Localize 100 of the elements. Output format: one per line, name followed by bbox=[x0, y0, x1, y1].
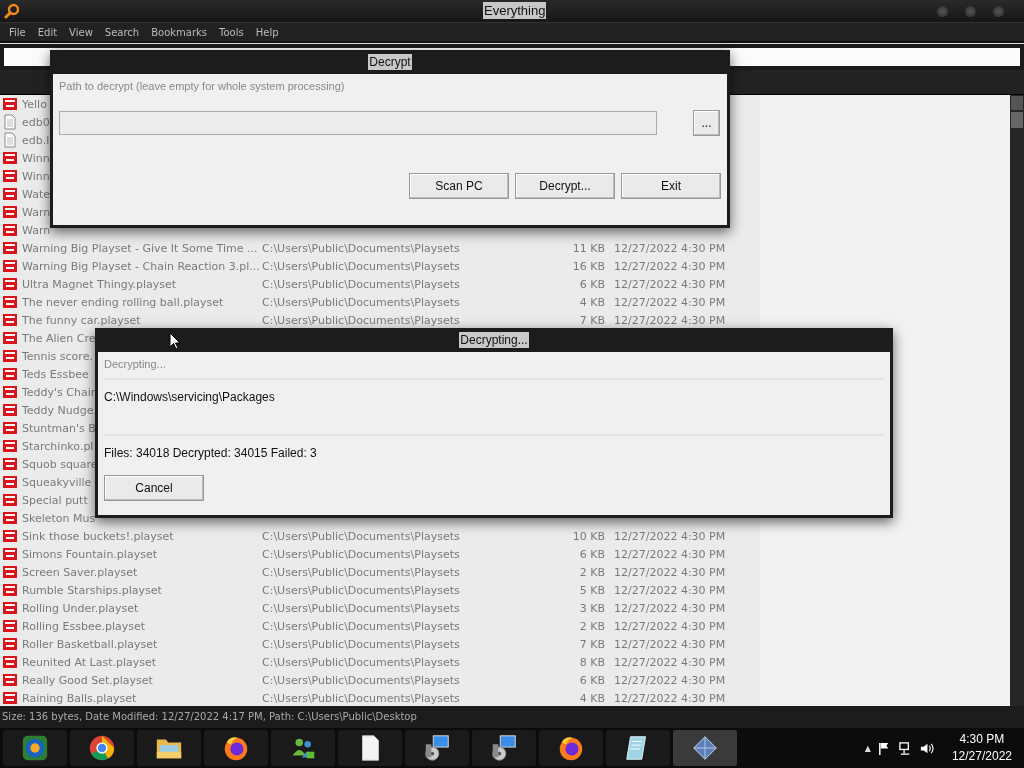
taskbar-button[interactable] bbox=[70, 730, 134, 766]
playset-icon bbox=[2, 222, 18, 238]
file-name[interactable]: Really Good Set.playset bbox=[22, 673, 262, 687]
taskbar-button[interactable] bbox=[539, 730, 603, 766]
taskbar-button[interactable] bbox=[137, 730, 201, 766]
taskbar-button[interactable] bbox=[338, 730, 402, 766]
taskbar-button[interactable] bbox=[405, 730, 469, 766]
file-date: 12/27/2022 4:30 PM bbox=[613, 259, 727, 273]
scrollbar[interactable] bbox=[1010, 95, 1024, 706]
file-size: 2 KB bbox=[578, 619, 605, 633]
document-icon bbox=[2, 132, 18, 148]
menu-item[interactable]: Help bbox=[249, 25, 285, 39]
taskbar-button[interactable] bbox=[606, 730, 670, 766]
file-date: 12/27/2022 4:30 PM bbox=[613, 673, 727, 687]
playset-icon bbox=[2, 690, 18, 706]
file-path: C:\Users\Public\Documents\Playsets bbox=[262, 691, 461, 705]
file-date: 12/27/2022 4:30 PM bbox=[613, 691, 727, 705]
file-size: 5 KB bbox=[578, 583, 605, 597]
playset-icon bbox=[2, 546, 18, 562]
file-name[interactable]: Rumble Starships.playset bbox=[22, 583, 262, 597]
playset-icon bbox=[2, 582, 18, 598]
file-name[interactable]: Rolling Under.playset bbox=[22, 601, 262, 615]
file-name[interactable]: Warning Big Playset - Give It Some Time ... bbox=[22, 241, 262, 255]
dialog-button[interactable]: Exit bbox=[621, 173, 721, 199]
installer-icon bbox=[489, 733, 519, 763]
dialog-button[interactable]: Scan PC bbox=[409, 173, 509, 199]
installer-icon bbox=[422, 733, 452, 763]
file-size: 2 KB bbox=[578, 565, 605, 579]
playset-icon bbox=[2, 240, 18, 256]
file-name[interactable]: Sink those buckets!.playset bbox=[22, 529, 262, 543]
file-path: C:\Users\Public\Documents\Playsets bbox=[262, 583, 461, 597]
file-size: 6 KB bbox=[578, 547, 605, 561]
file-date: 12/27/2022 4:30 PM bbox=[613, 637, 727, 651]
status-label: Decrypting... bbox=[104, 358, 167, 370]
clock-time[interactable]: 4:30 PM bbox=[959, 731, 1005, 748]
menu-item[interactable]: Search bbox=[98, 25, 146, 39]
taskbar-button[interactable] bbox=[271, 730, 335, 766]
file-name[interactable]: Reunited At Last.playset bbox=[22, 655, 262, 669]
search-icon bbox=[4, 3, 20, 19]
playset-icon bbox=[2, 474, 18, 490]
file-date: 12/27/2022 4:30 PM bbox=[613, 313, 727, 327]
file-name[interactable]: The funny car.playset bbox=[22, 313, 262, 327]
playset-icon bbox=[2, 438, 18, 454]
playset-icon bbox=[2, 204, 18, 220]
file-path: C:\Users\Public\Documents\Playsets bbox=[262, 637, 461, 651]
file-name[interactable]: Ultra Magnet Thingy.playset bbox=[22, 277, 262, 291]
menu-item[interactable]: Bookmarks bbox=[145, 25, 214, 39]
playset-icon bbox=[2, 186, 18, 202]
playset-icon bbox=[2, 600, 18, 616]
diamond-icon bbox=[690, 733, 720, 763]
file-name[interactable]: Warning Big Playset - Chain Reaction 3.pl... bbox=[22, 259, 262, 273]
file-date: 12/27/2022 4:30 PM bbox=[613, 655, 727, 669]
playset-icon bbox=[2, 276, 18, 292]
clock-date[interactable]: 12/27/2022 bbox=[951, 748, 1012, 765]
file-name[interactable]: Raining Balls.playset bbox=[22, 691, 262, 705]
file-size: 3 KB bbox=[578, 601, 605, 615]
file-name[interactable]: Roller Basketball.playset bbox=[22, 637, 262, 651]
document-icon bbox=[2, 114, 18, 130]
file-name[interactable]: Rolling Essbee.playset bbox=[22, 619, 262, 633]
dialog-button[interactable]: Decrypt... bbox=[515, 173, 615, 199]
playset-icon bbox=[2, 564, 18, 580]
file-name[interactable]: Warn bbox=[22, 223, 262, 237]
playset-icon bbox=[2, 312, 18, 328]
playset-icon bbox=[2, 384, 18, 400]
scroll-thumb[interactable] bbox=[1011, 112, 1023, 128]
path-field[interactable] bbox=[59, 111, 657, 135]
window-title: Everything bbox=[483, 2, 547, 19]
playset-icon bbox=[2, 456, 18, 472]
browse-button[interactable]: ... bbox=[693, 110, 720, 136]
tray-arrow[interactable]: ▲ bbox=[864, 743, 871, 753]
file-name[interactable]: Screen Saver.playset bbox=[22, 565, 262, 579]
file-path: C:\Users\Public\Documents\Playsets bbox=[262, 241, 461, 255]
file-size: 7 KB bbox=[578, 313, 605, 327]
playset-icon bbox=[2, 492, 18, 508]
file-name[interactable]: The never ending rolling ball.playset bbox=[22, 295, 262, 309]
file-date: 12/27/2022 4:30 PM bbox=[613, 295, 727, 309]
file-name[interactable]: Simons Fountain.playset bbox=[22, 547, 262, 561]
taskbar-button[interactable] bbox=[204, 730, 268, 766]
file-date: 12/27/2022 4:30 PM bbox=[613, 565, 727, 579]
menu-item[interactable]: Tools bbox=[213, 25, 250, 39]
playset-icon bbox=[2, 168, 18, 184]
current-path: C:\Windows\servicing\Packages bbox=[104, 390, 276, 404]
file-path: C:\Users\Public\Documents\Playsets bbox=[262, 673, 461, 687]
playset-icon bbox=[2, 96, 18, 112]
cancel-button[interactable]: Cancel bbox=[104, 475, 204, 501]
taskbar-button[interactable] bbox=[3, 730, 67, 766]
playset-icon bbox=[2, 402, 18, 418]
menu-item[interactable]: Edit bbox=[31, 25, 64, 39]
menu-item[interactable]: File bbox=[3, 25, 32, 39]
file-size: 8 KB bbox=[578, 655, 605, 669]
file-path: C:\Users\Public\Documents\Playsets bbox=[262, 565, 461, 579]
playset-icon bbox=[2, 528, 18, 544]
menu-item[interactable]: View bbox=[63, 25, 99, 39]
file-counts: Files: 34018 Decrypted: 34015 Failed: 3 bbox=[104, 446, 318, 460]
playset-icon bbox=[2, 636, 18, 652]
file-path: C:\Users\Public\Documents\Playsets bbox=[262, 655, 461, 669]
taskbar-button[interactable] bbox=[472, 730, 536, 766]
chrome-icon bbox=[87, 733, 117, 763]
file-date: 12/27/2022 4:30 PM bbox=[613, 601, 727, 615]
playset-icon bbox=[2, 330, 18, 346]
